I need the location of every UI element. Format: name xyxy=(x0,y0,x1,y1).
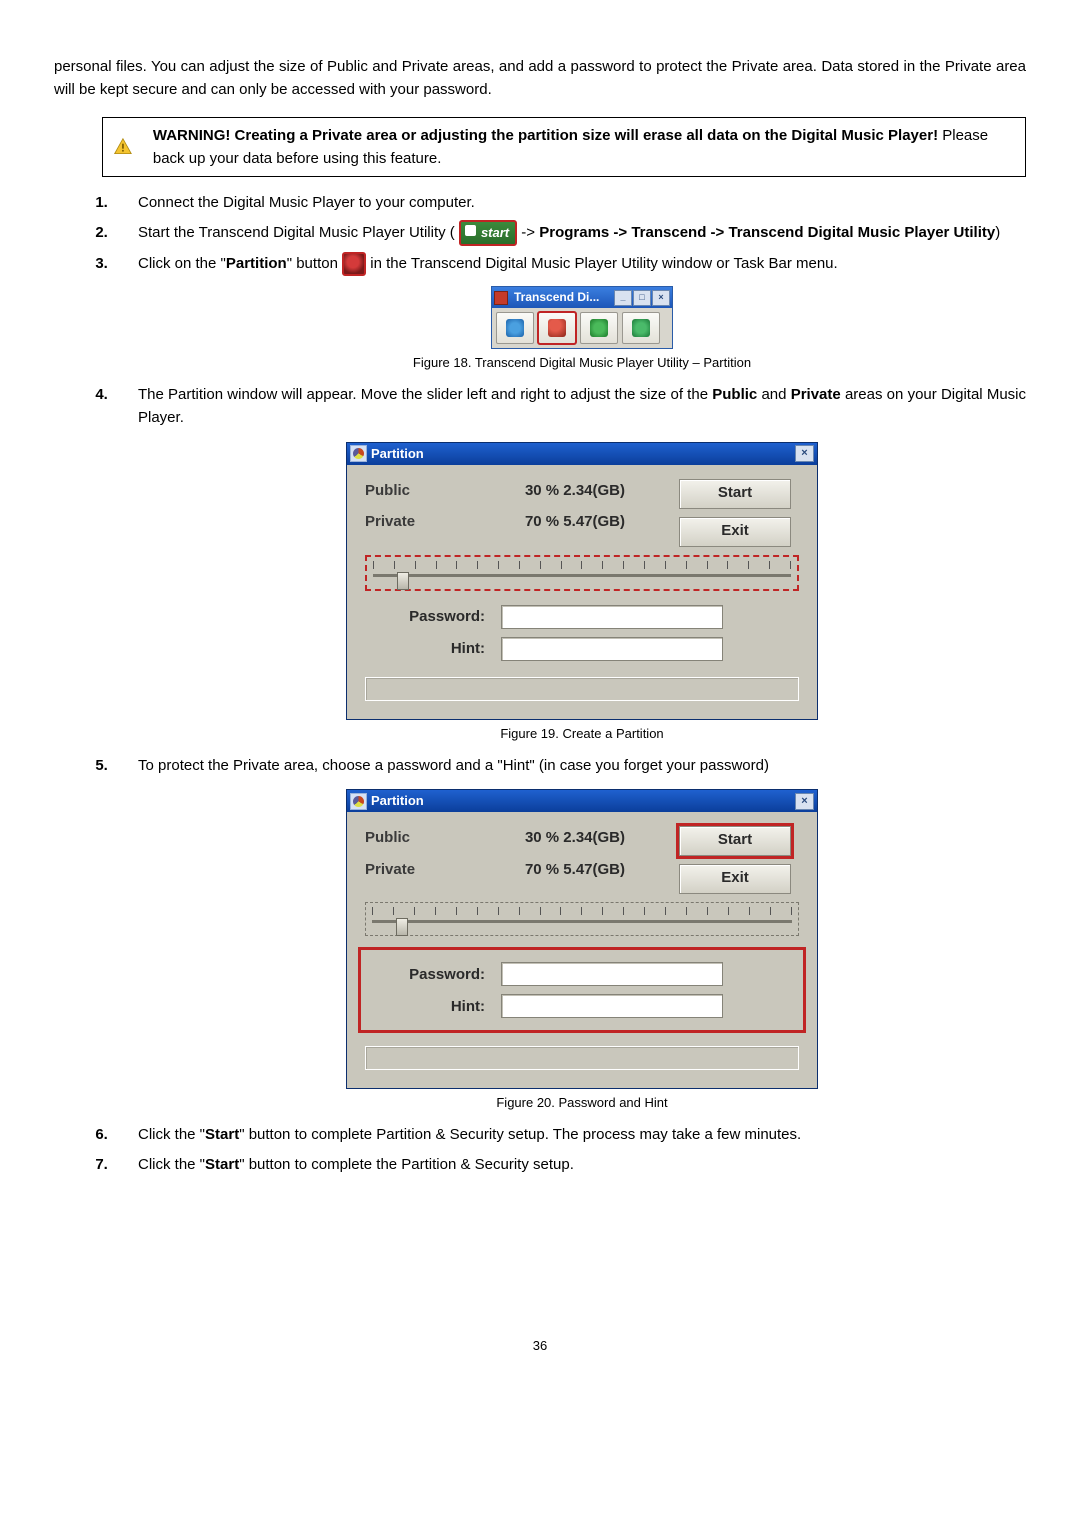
fig19-exit-button[interactable]: Exit xyxy=(679,517,791,547)
partition-icon xyxy=(342,252,366,276)
partition-window-icon xyxy=(350,445,367,462)
fig19-hint-input[interactable] xyxy=(501,637,723,661)
close-button[interactable]: × xyxy=(652,290,670,306)
fig18-caption: Figure 18. Transcend Digital Music Playe… xyxy=(138,353,1026,373)
fig20-start-button[interactable]: Start xyxy=(679,826,791,856)
warning-icon xyxy=(113,136,133,158)
private-label: Private xyxy=(365,510,455,533)
fig20-partition-window: Partition × Start Exit Public30 % 2.34(G… xyxy=(346,789,818,1089)
fig20-status-bar xyxy=(365,1046,799,1070)
fig19-caption: Figure 19. Create a Partition xyxy=(138,724,1026,744)
step-7: Click the "Start" button to complete the… xyxy=(112,1153,1026,1176)
warning-box: WARNING! Creating a Private area or adju… xyxy=(102,117,1026,178)
fig20-password-input[interactable] xyxy=(501,962,723,986)
step-5: To protect the Private area, choose a pa… xyxy=(112,754,1026,1114)
fig18-titlebar: Transcend Di... _ □ × xyxy=(492,287,672,308)
fig19-status-bar xyxy=(365,677,799,701)
step-4: The Partition window will appear. Move t… xyxy=(112,383,1026,744)
fig19-titlebar: Partition × xyxy=(347,443,817,465)
public-value: 30 % 2.34(GB) xyxy=(455,479,625,502)
util-btn-3[interactable] xyxy=(580,312,618,344)
step-6: Click the "Start" button to complete Par… xyxy=(112,1123,1026,1146)
windows-start-button: start xyxy=(459,220,517,246)
fig19-start-button[interactable]: Start xyxy=(679,479,791,509)
partition-window-icon xyxy=(350,793,367,810)
password-label: Password: xyxy=(365,605,501,628)
step-2: Start the Transcend Digital Music Player… xyxy=(112,220,1026,246)
minimize-button[interactable]: _ xyxy=(614,290,632,306)
fig20-password-group: Password: Hint: xyxy=(361,950,803,1030)
fig20-exit-button[interactable]: Exit xyxy=(679,864,791,894)
step-1: Connect the Digital Music Player to your… xyxy=(112,191,1026,214)
util-btn-partition[interactable] xyxy=(538,312,576,344)
hint-label: Hint: xyxy=(365,637,501,660)
fig20-titlebar: Partition × xyxy=(347,790,817,812)
fig19-password-input[interactable] xyxy=(501,605,723,629)
fig20-caption: Figure 20. Password and Hint xyxy=(138,1093,1026,1113)
page-number: 36 xyxy=(54,1336,1026,1356)
fig18-utility-window: Transcend Di... _ □ × xyxy=(491,286,673,349)
fig20-partition-slider[interactable] xyxy=(365,902,799,936)
fig19-close-button[interactable]: × xyxy=(795,445,814,462)
fig20-close-button[interactable]: × xyxy=(795,793,814,810)
warning-text: WARNING! Creating a Private area or adju… xyxy=(153,124,1015,171)
intro-text: personal files. You can adjust the size … xyxy=(54,55,1026,102)
private-value: 70 % 5.47(GB) xyxy=(455,510,625,533)
fig18-app-icon xyxy=(494,291,508,305)
util-btn-4[interactable] xyxy=(622,312,660,344)
public-label: Public xyxy=(365,479,455,502)
step-3: Click on the "Partition" button in the T… xyxy=(112,252,1026,373)
fig18-title: Transcend Di... xyxy=(511,288,613,307)
util-btn-1[interactable] xyxy=(496,312,534,344)
fig20-hint-input[interactable] xyxy=(501,994,723,1018)
fig19-partition-slider[interactable] xyxy=(365,555,799,591)
maximize-button[interactable]: □ xyxy=(633,290,651,306)
steps-list: Connect the Digital Music Player to your… xyxy=(54,191,1026,1176)
fig19-partition-window: Partition × Start Exit Public30 % 2.34(G… xyxy=(346,442,818,720)
